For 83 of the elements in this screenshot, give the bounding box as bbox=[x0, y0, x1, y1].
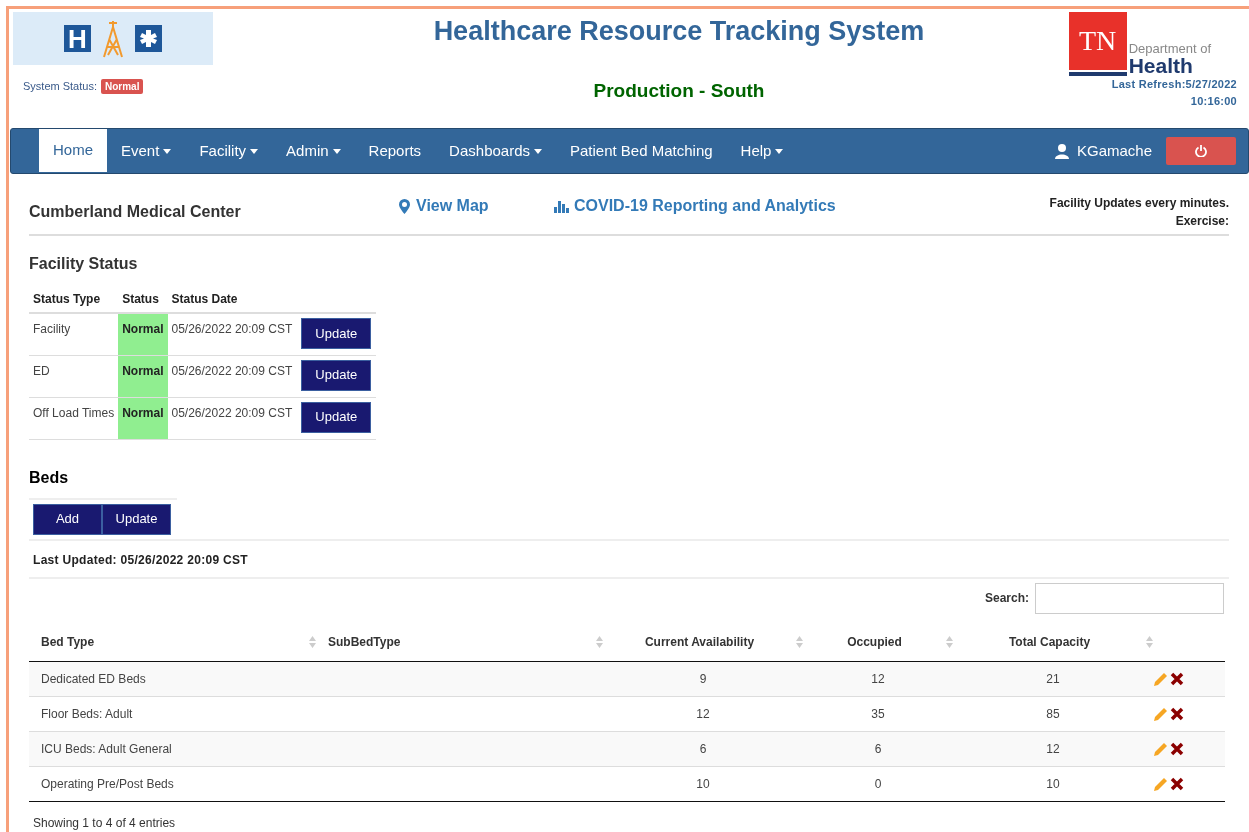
table-cell: 10 bbox=[953, 766, 1153, 802]
table-cell: Off Load Times bbox=[29, 397, 119, 439]
last-refresh-time: 10:16:00 bbox=[1190, 93, 1237, 109]
table-cell: 12 bbox=[953, 731, 1153, 767]
status-cell: Normal bbox=[118, 397, 168, 439]
column-header: Status Type bbox=[29, 286, 119, 313]
column-header[interactable]: Current Availability bbox=[603, 633, 796, 652]
nav-item[interactable]: Facility bbox=[185, 129, 273, 173]
table-cell: ED bbox=[29, 355, 119, 397]
system-status-label: System Status: bbox=[23, 79, 97, 94]
view-map-link[interactable]: View Map bbox=[399, 194, 554, 218]
environment-label: Production - South bbox=[593, 78, 765, 103]
table-cell: 6 bbox=[603, 731, 803, 767]
update-button[interactable]: Update bbox=[301, 318, 372, 349]
sort-icon bbox=[1146, 636, 1153, 649]
column-header[interactable]: Total Capacity bbox=[953, 633, 1146, 652]
update-button[interactable]: Update bbox=[301, 359, 372, 391]
column-header: Status bbox=[118, 286, 168, 313]
sort-icon bbox=[596, 636, 603, 649]
status-cell: Normal bbox=[118, 355, 168, 397]
table-cell: Floor Beds: Adult bbox=[29, 696, 316, 732]
sort-icon bbox=[309, 636, 316, 649]
table-cell: 6 bbox=[803, 731, 953, 767]
table-cell: 12 bbox=[803, 661, 953, 697]
nav-item[interactable]: Dashboards bbox=[435, 129, 556, 173]
column-header: Status Date bbox=[167, 286, 297, 313]
bed-action-button[interactable]: Add bbox=[33, 503, 102, 535]
exercise-label: Exercise: bbox=[1175, 213, 1229, 230]
table-cell: 35 bbox=[803, 696, 953, 732]
update-button[interactable]: Update bbox=[301, 401, 372, 433]
nav-item[interactable]: Reports bbox=[354, 129, 436, 173]
delete-icon[interactable] bbox=[1170, 742, 1184, 756]
power-icon bbox=[1195, 145, 1207, 158]
table-cell: 05/26/2022 20:09 CST bbox=[167, 397, 297, 439]
table-cell: 21 bbox=[953, 661, 1153, 697]
nav-item[interactable]: Admin bbox=[272, 129, 355, 173]
logo-letter: H bbox=[64, 25, 91, 52]
search-label: Search: bbox=[984, 590, 1029, 607]
nav-item[interactable]: Event bbox=[107, 129, 186, 173]
bed-action-button[interactable]: Update bbox=[102, 503, 171, 535]
last-refresh: Last Refresh:5/27/2022 bbox=[1111, 77, 1237, 92]
table-cell: 85 bbox=[953, 696, 1153, 732]
table-cell: 12 bbox=[603, 696, 803, 732]
table-cell: Dedicated ED Beds bbox=[29, 661, 316, 697]
table-cell: 0 bbox=[803, 766, 953, 802]
updates-note: Facility Updates every minutes. bbox=[1049, 195, 1229, 212]
column-header[interactable]: Occupied bbox=[803, 633, 946, 652]
column-header[interactable]: SubBedType bbox=[328, 633, 401, 652]
system-status-badge: Normal bbox=[101, 78, 144, 94]
column-header[interactable]: Bed Type bbox=[41, 633, 95, 652]
nav-item[interactable]: Help bbox=[726, 129, 798, 173]
user-icon bbox=[1054, 143, 1069, 159]
facility-name: Cumberland Medical Center bbox=[29, 202, 242, 222]
delete-icon[interactable] bbox=[1170, 672, 1184, 686]
table-cell: 9 bbox=[603, 661, 803, 697]
last-updated: Last Updated: 05/26/2022 20:09 CST bbox=[32, 552, 248, 567]
sort-icon bbox=[946, 636, 953, 649]
section-title: Facility Status bbox=[29, 254, 139, 274]
nav-item[interactable]: Home bbox=[39, 129, 107, 172]
user-name[interactable]: KGamache bbox=[1076, 139, 1152, 163]
table-cell: Operating Pre/Post Beds bbox=[29, 766, 316, 802]
map-pin-icon bbox=[399, 198, 410, 214]
table-cell: ICU Beds: Adult General bbox=[29, 731, 316, 767]
table-cell: Facility bbox=[29, 313, 119, 355]
app-title: Healthcare Resource Tracking System bbox=[433, 15, 925, 48]
tower-icon bbox=[101, 18, 125, 59]
section-title: Beds bbox=[29, 467, 70, 488]
table-cell: 10 bbox=[603, 766, 803, 802]
covid-link[interactable]: COVID-19 Reporting and Analytics bbox=[554, 194, 836, 218]
logo-line: Department of bbox=[1128, 42, 1211, 55]
delete-icon[interactable] bbox=[1170, 777, 1184, 791]
delete-icon[interactable] bbox=[1170, 707, 1184, 721]
table-footer: Showing 1 to 4 of 4 entries bbox=[29, 814, 1229, 832]
status-cell: Normal bbox=[118, 313, 168, 355]
nav-item[interactable]: Patient Bed Matching bbox=[556, 129, 727, 173]
table-cell: 05/26/2022 20:09 CST bbox=[167, 355, 297, 397]
search-field[interactable] bbox=[1035, 582, 1224, 614]
logout-button[interactable] bbox=[1166, 137, 1236, 165]
logo-line: Health bbox=[1128, 55, 1193, 76]
logo-initials: TN bbox=[1068, 12, 1127, 70]
bar-chart-icon bbox=[554, 199, 570, 213]
table-cell: 05/26/2022 20:09 CST bbox=[167, 313, 297, 355]
sort-icon bbox=[796, 636, 803, 649]
